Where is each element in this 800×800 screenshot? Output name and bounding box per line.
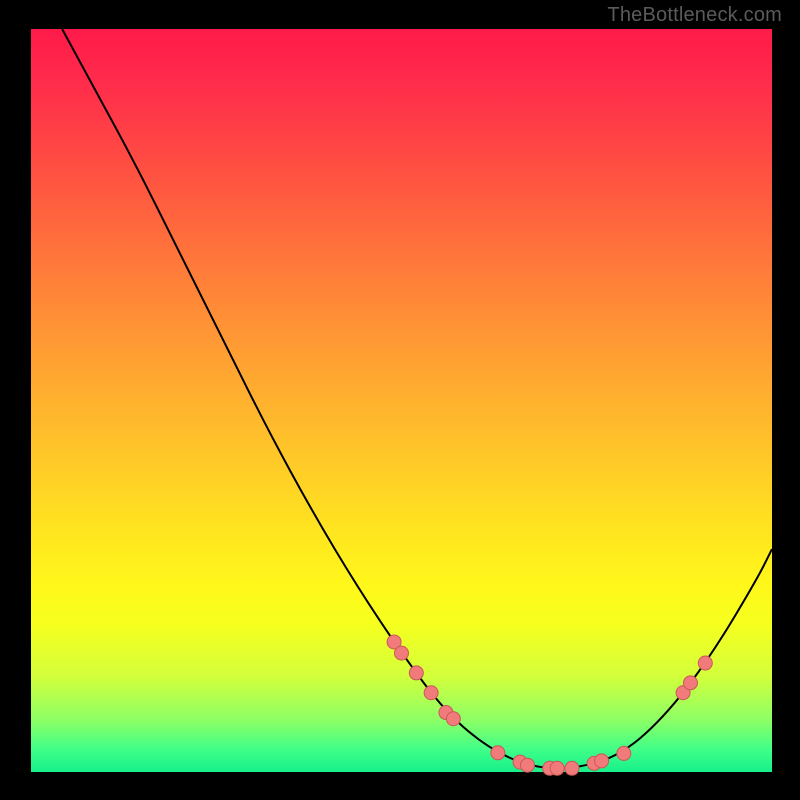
- data-marker: [395, 646, 409, 660]
- data-marker: [409, 666, 423, 680]
- plot-area: [31, 29, 772, 772]
- data-marker: [424, 686, 438, 700]
- data-marker: [446, 712, 460, 726]
- chart-svg: [31, 29, 772, 772]
- bottleneck-curve: [62, 29, 772, 768]
- watermark-text: TheBottleneck.com: [607, 4, 782, 27]
- data-marker: [520, 758, 534, 772]
- data-marker: [698, 656, 712, 670]
- data-marker: [550, 761, 564, 775]
- data-marker: [565, 761, 579, 775]
- data-marker: [683, 676, 697, 690]
- data-marker: [595, 754, 609, 768]
- data-marker: [617, 746, 631, 760]
- data-marker: [491, 746, 505, 760]
- data-markers: [387, 635, 712, 775]
